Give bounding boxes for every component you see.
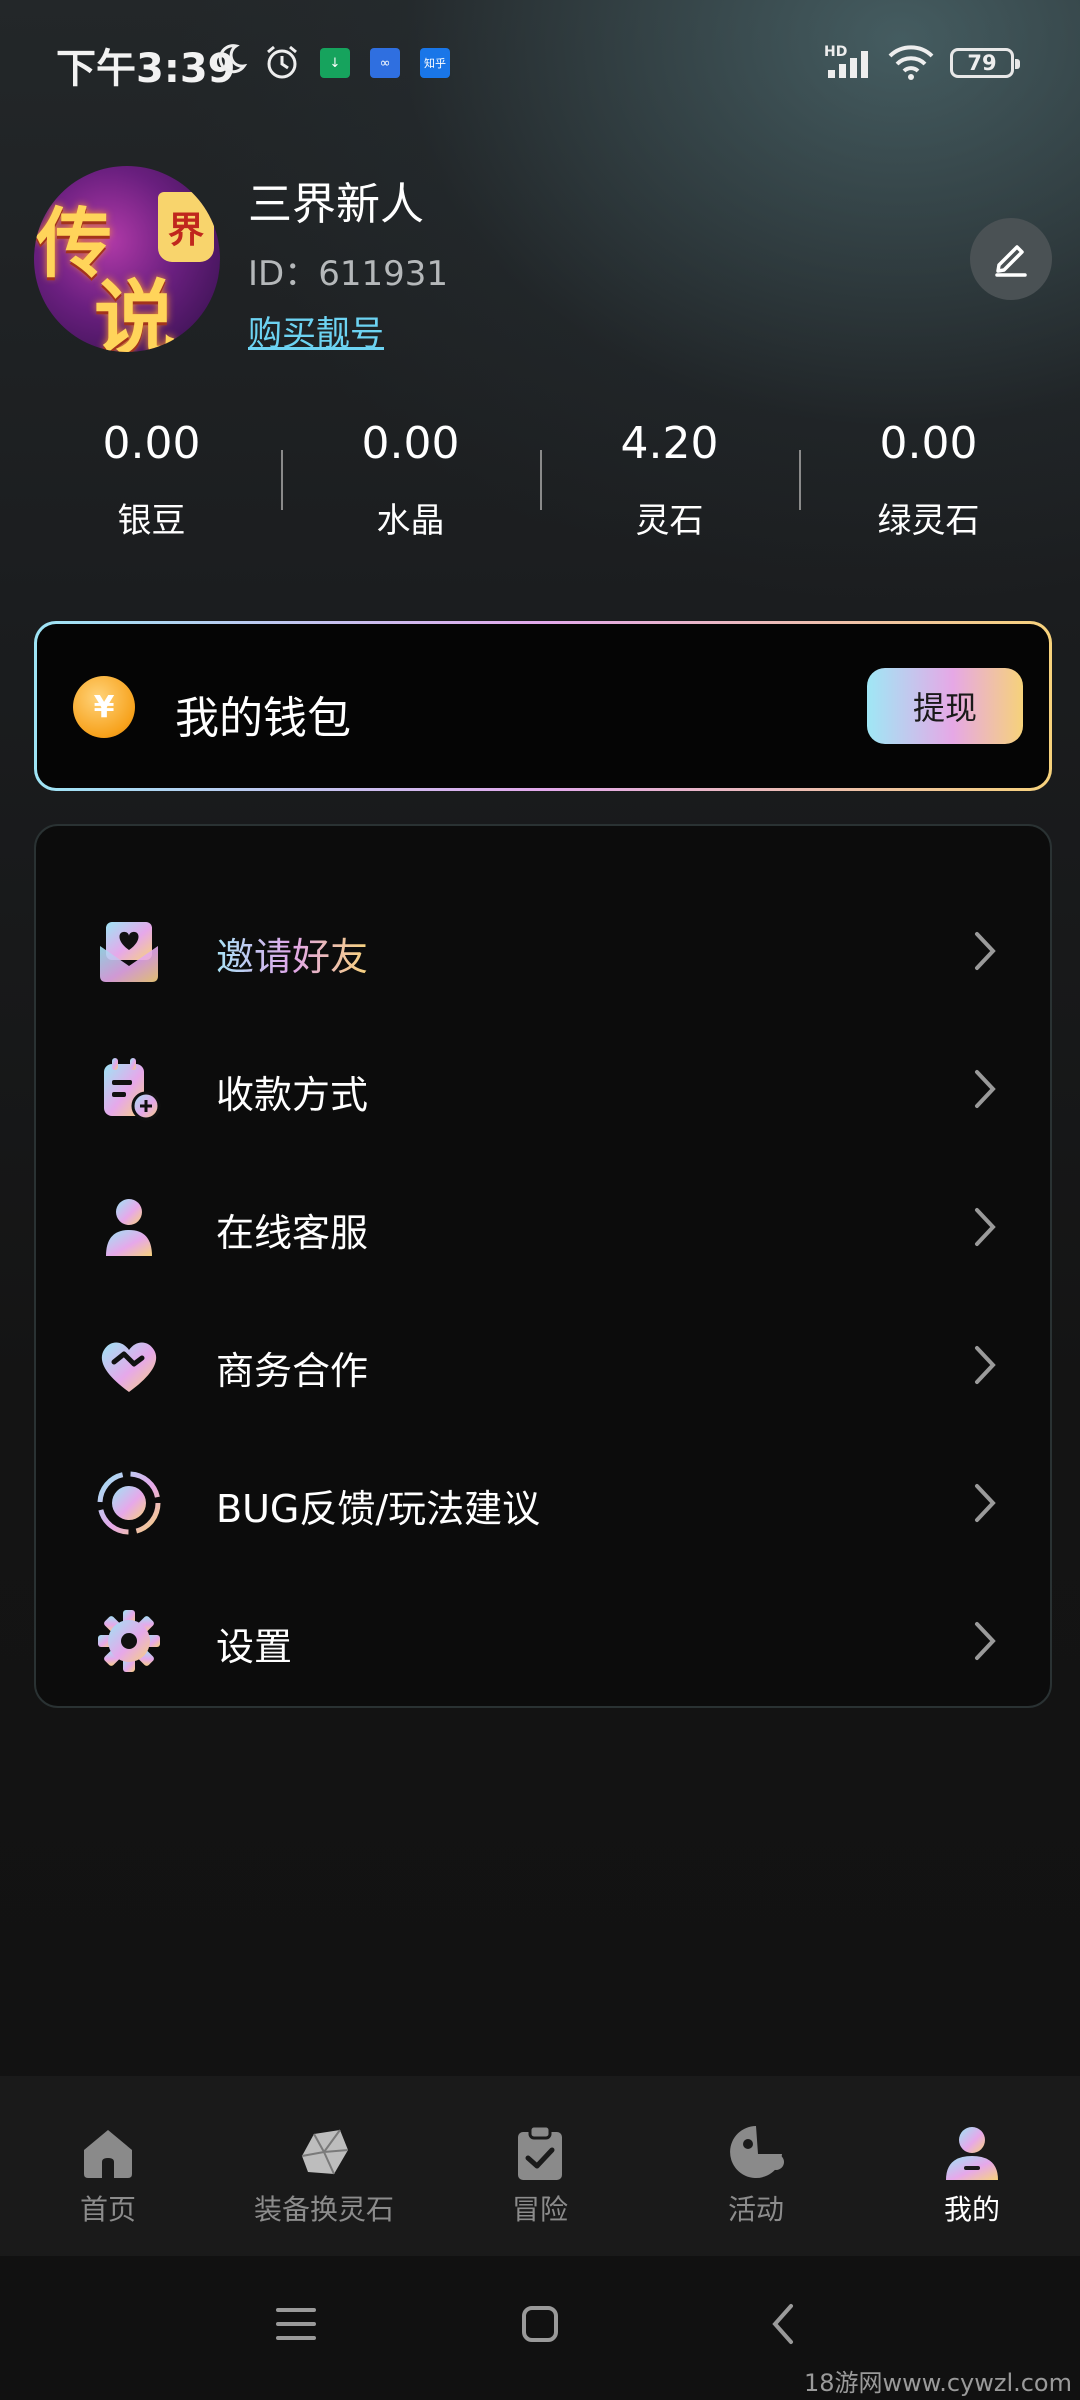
chevron-right-icon bbox=[972, 1482, 998, 1524]
nav-mine[interactable]: 我的 bbox=[864, 2076, 1080, 2256]
nav-label: 我的 bbox=[943, 2193, 1000, 2226]
menu-item-online-service[interactable]: 在线客服 bbox=[36, 1158, 1050, 1296]
chevron-right-icon bbox=[972, 930, 998, 972]
invite-mail-icon bbox=[92, 914, 166, 988]
menu-label: 邀请好友 bbox=[216, 926, 368, 981]
activity-icon bbox=[724, 2120, 788, 2184]
home-square-icon[interactable] bbox=[508, 2292, 572, 2356]
back-icon[interactable] bbox=[752, 2292, 816, 2356]
stat-value: 0.00 bbox=[102, 418, 201, 469]
nickname: 三界新人 bbox=[248, 179, 424, 230]
chevron-right-icon bbox=[972, 1206, 998, 1248]
stat-label: 银豆 bbox=[117, 501, 186, 541]
menu-icon[interactable] bbox=[264, 2292, 328, 2356]
stat-crystal[interactable]: 0.00 水晶 bbox=[281, 410, 540, 560]
link-app-icon: ∞ bbox=[370, 48, 400, 78]
gear-icon bbox=[92, 1604, 166, 1678]
nav-label: 冒险 bbox=[511, 2193, 568, 2226]
buy-premium-id-link[interactable]: 购买靓号 bbox=[248, 306, 384, 355]
customer-service-icon bbox=[92, 1190, 166, 1264]
handshake-heart-icon bbox=[92, 1328, 166, 1402]
menu-item-business-cooperation[interactable]: 商务合作 bbox=[36, 1296, 1050, 1434]
wifi-icon bbox=[886, 44, 936, 82]
menu-label: 设置 bbox=[216, 1625, 293, 1669]
avatar-glyph: 界 bbox=[158, 192, 214, 262]
gem-icon bbox=[292, 2120, 356, 2184]
stat-value: 0.00 bbox=[879, 418, 978, 469]
menu-item-invite-friends[interactable]: 邀请好友 bbox=[36, 882, 1050, 1020]
bottom-nav: 首页 装备换灵石 冒险 活动 我的 bbox=[0, 2076, 1080, 2256]
balance-stats: 0.00 银豆 0.00 水晶 4.20 灵石 0.00 绿灵石 bbox=[22, 410, 1058, 560]
user-id: ID：611931 bbox=[248, 254, 448, 294]
system-nav-bar: 18游网www.cywzl.com bbox=[0, 2256, 1080, 2400]
stat-value: 4.20 bbox=[620, 418, 719, 469]
nav-activity[interactable]: 活动 bbox=[648, 2076, 864, 2256]
avatar-glyph: 说 bbox=[94, 271, 177, 352]
nav-equipment-exchange[interactable]: 装备换灵石 bbox=[216, 2076, 432, 2256]
wallet-card[interactable]: ¥ 我的钱包 提现 bbox=[34, 621, 1052, 791]
nav-label: 活动 bbox=[727, 2193, 784, 2226]
stat-silver-bean[interactable]: 0.00 银豆 bbox=[22, 410, 281, 560]
wallet-card-inner: ¥ 我的钱包 提现 bbox=[37, 624, 1049, 788]
stat-spirit-stone[interactable]: 4.20 灵石 bbox=[540, 410, 799, 560]
menu-list: 邀请好友 收款方式 在线客服 商务合作 BUG反馈/玩法建议 设置 bbox=[34, 824, 1052, 1708]
nav-label: 首页 bbox=[79, 2193, 136, 2226]
status-bar: 下午3:39 ↓ ∞ 知乎 HD 79 bbox=[0, 0, 1080, 120]
chevron-right-icon bbox=[972, 1620, 998, 1662]
wallet-title: 我的钱包 bbox=[175, 693, 351, 744]
payment-method-icon bbox=[92, 1052, 166, 1126]
signal-icon bbox=[826, 48, 878, 78]
menu-item-payment-method[interactable]: 收款方式 bbox=[36, 1020, 1050, 1158]
moon-icon bbox=[214, 42, 248, 76]
stat-value: 0.00 bbox=[361, 418, 460, 469]
menu-label: 收款方式 bbox=[216, 1073, 369, 1117]
menu-item-settings[interactable]: 设置 bbox=[36, 1572, 1050, 1710]
chevron-right-icon bbox=[972, 1068, 998, 1110]
withdraw-button[interactable]: 提现 bbox=[867, 668, 1023, 744]
zhihu-app-icon: 知乎 bbox=[420, 48, 450, 78]
edit-icon bbox=[989, 235, 1033, 283]
stat-green-spirit-stone[interactable]: 0.00 绿灵石 bbox=[799, 410, 1058, 560]
alarm-icon bbox=[262, 42, 302, 82]
stat-label: 绿灵石 bbox=[877, 501, 980, 541]
user-icon bbox=[940, 2120, 1004, 2184]
nav-adventure[interactable]: 冒险 bbox=[432, 2076, 648, 2256]
menu-label: BUG反馈/玩法建议 bbox=[216, 1487, 541, 1531]
menu-item-bug-feedback[interactable]: BUG反馈/玩法建议 bbox=[36, 1434, 1050, 1572]
menu-label: 在线客服 bbox=[216, 1211, 369, 1255]
nav-label: 装备换灵石 bbox=[253, 2193, 394, 2226]
avatar[interactable]: 传 说 界 bbox=[34, 166, 220, 352]
clipboard-check-icon bbox=[508, 2120, 572, 2184]
home-icon bbox=[76, 2120, 140, 2184]
edit-profile-button[interactable] bbox=[970, 218, 1052, 300]
stat-label: 水晶 bbox=[376, 501, 445, 541]
menu-label: 商务合作 bbox=[216, 1349, 369, 1393]
watermark: 18游网www.cywzl.com bbox=[803, 2369, 1072, 2397]
chevron-right-icon bbox=[972, 1344, 998, 1386]
screen: 下午3:39 ↓ ∞ 知乎 HD 79 传 说 界 三界新人 ID：611931… bbox=[0, 0, 1080, 2400]
feedback-icon bbox=[92, 1466, 166, 1540]
status-time: 下午3:39 bbox=[56, 46, 236, 92]
coin-icon: ¥ bbox=[73, 676, 135, 738]
stat-label: 灵石 bbox=[635, 501, 704, 541]
download-app-icon: ↓ bbox=[320, 48, 350, 78]
battery-indicator: 79 bbox=[950, 48, 1020, 78]
nav-home[interactable]: 首页 bbox=[0, 2076, 216, 2256]
